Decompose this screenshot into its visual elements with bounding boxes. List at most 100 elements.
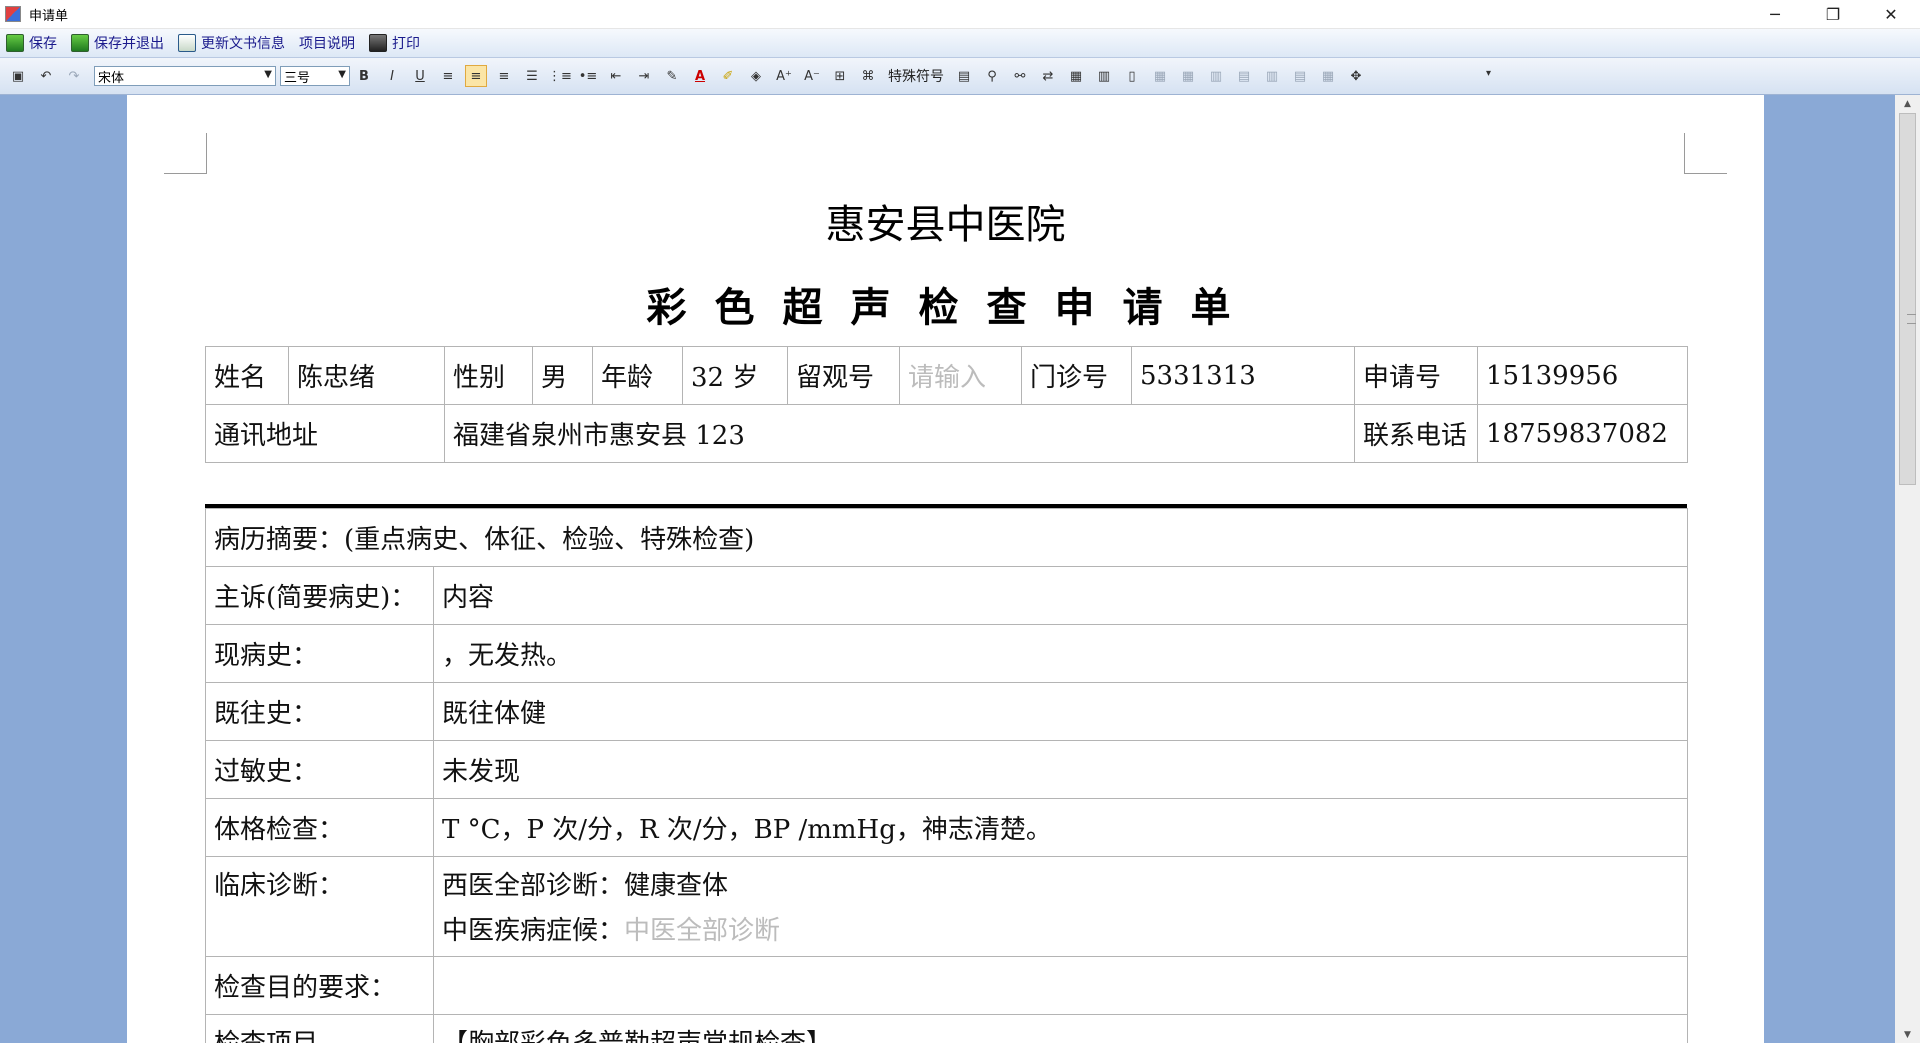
- grow-font-button[interactable]: A⁺: [773, 65, 795, 87]
- past-field[interactable]: 既往体健: [432, 682, 1689, 741]
- scroll-up-icon[interactable]: ▲: [1895, 95, 1920, 112]
- diagnosis-field[interactable]: 西医全部诊断：健康查体 中医疾病症候：中医全部诊断: [432, 856, 1689, 957]
- exam-field[interactable]: T °C，P 次/分，R 次/分，BP /mmHg，神志清楚。: [432, 798, 1689, 857]
- insert-image-button[interactable]: ▤: [953, 65, 975, 87]
- delete-row-icon: ▤: [1293, 68, 1307, 84]
- redo-button[interactable]: ↷: [63, 65, 85, 87]
- bold-icon: B: [359, 68, 369, 84]
- clinic-field[interactable]: 5331313: [1131, 346, 1355, 405]
- table-row: 通讯地址 福建省泉州市惠安县 123 联系电话 18759837082: [205, 404, 1688, 463]
- symbol-icon: ⌘: [861, 68, 875, 84]
- format-painter-button[interactable]: ✎: [661, 65, 683, 87]
- italic-button[interactable]: I: [381, 65, 403, 87]
- obs-field[interactable]: 请输入: [899, 346, 1022, 405]
- past-label: 既往史：: [205, 682, 434, 741]
- menu-toolbar: 保存 保存并退出 更新文书信息 项目说明 打印: [0, 29, 1920, 58]
- outdent-button[interactable]: ⇤: [605, 65, 627, 87]
- numbered-list-button[interactable]: ⋮≡: [548, 65, 572, 87]
- indent-button[interactable]: ⇥: [633, 65, 655, 87]
- fill-color-button[interactable]: ◈: [745, 65, 767, 87]
- italic-icon: I: [390, 68, 394, 84]
- allergy-field[interactable]: 未发现: [432, 740, 1689, 799]
- align-left-button[interactable]: ≡: [437, 65, 459, 87]
- outdent-icon: ⇤: [610, 68, 622, 84]
- save-tool-button[interactable]: ▣: [7, 65, 29, 87]
- symbol-button[interactable]: ⌘: [857, 65, 879, 87]
- phone-label: 联系电话: [1354, 404, 1478, 463]
- dropdown-arrow-icon: ▼: [264, 69, 272, 80]
- table-split-button[interactable]: ▦: [1177, 65, 1199, 87]
- replace-button[interactable]: ⇄: [1037, 65, 1059, 87]
- restore-button[interactable]: ❐: [1804, 0, 1862, 28]
- font-size-select[interactable]: 三号 ▼: [280, 66, 350, 86]
- tcm-diag-field[interactable]: 中医全部诊断: [624, 916, 780, 946]
- phone-field[interactable]: 18759837082: [1477, 404, 1688, 463]
- bullet-list-icon: •≡: [578, 68, 598, 84]
- medical-history-table: 病历摘要：(重点病史、体征、检验、特殊检查) 主诉(简要病史)： 内容 现病史：…: [204, 508, 1689, 1043]
- font-name-select[interactable]: 宋体 ▼: [94, 66, 276, 86]
- save-exit-menu-button[interactable]: 保存并退出: [71, 33, 164, 53]
- purpose-field[interactable]: [432, 956, 1689, 1015]
- sex-field[interactable]: 男: [532, 346, 593, 405]
- numbered-list-icon: ⋮≡: [548, 68, 572, 84]
- table-insert-button[interactable]: ▦: [1065, 65, 1087, 87]
- insert-row-button[interactable]: ▤: [1233, 65, 1255, 87]
- font-color-button[interactable]: A: [689, 65, 711, 87]
- find-button[interactable]: ⚲: [981, 65, 1003, 87]
- merge-cells-icon: ▦: [1153, 68, 1167, 84]
- sex-label: 性别: [444, 346, 533, 405]
- document-page[interactable]: 惠安县中医院 彩色超声检查申请单 姓名 陈忠绪 性别 男 年龄 32 岁 留观号…: [127, 95, 1764, 1043]
- underline-button[interactable]: U: [409, 65, 431, 87]
- age-field[interactable]: 32 岁: [682, 346, 788, 405]
- insert-field-button[interactable]: ⊞: [829, 65, 851, 87]
- align-center-button[interactable]: ≡: [465, 65, 487, 87]
- tcm-diag-label: 中医疾病症候：: [442, 916, 625, 946]
- scroll-down-icon[interactable]: ▼: [1895, 1026, 1920, 1043]
- find-replace-button[interactable]: ⚯: [1009, 65, 1031, 87]
- table-merge-button[interactable]: ▦: [1149, 65, 1171, 87]
- vertical-scrollbar[interactable]: ▲ ▼: [1895, 95, 1920, 1043]
- app-icon: [5, 6, 21, 22]
- paint-bucket-icon: ◈: [751, 68, 761, 84]
- page-corner-mark: [1684, 133, 1727, 174]
- table-props-button[interactable]: ▥: [1093, 65, 1115, 87]
- exam-item-field[interactable]: 【胸部彩色多普勒超声常规检查】: [432, 1014, 1689, 1043]
- save-menu-button[interactable]: 保存: [6, 33, 57, 53]
- window-controls: ─ ❐ ✕: [1746, 0, 1920, 28]
- print-menu-button[interactable]: 打印: [369, 33, 420, 53]
- insert-col-button[interactable]: ▥: [1205, 65, 1227, 87]
- insert-row-icon: ▤: [1237, 68, 1251, 84]
- western-diag-value[interactable]: 健康查体: [624, 871, 728, 901]
- toolbar-overflow-icon[interactable]: ▾: [1486, 68, 1491, 79]
- bold-button[interactable]: B: [353, 65, 375, 87]
- apply-field[interactable]: 15139956: [1477, 346, 1688, 405]
- summary-heading: 病历摘要：(重点病史、体征、检验、特殊检查): [204, 508, 1689, 567]
- delete-table-button[interactable]: ▦: [1317, 65, 1339, 87]
- patient-info-table: 姓名 陈忠绪 性别 男 年龄 32 岁 留观号 请输入 门诊号 5331313 …: [205, 346, 1688, 463]
- shrink-font-button[interactable]: A⁻: [801, 65, 823, 87]
- highlight-icon: ✐: [722, 68, 734, 84]
- scroll-thumb[interactable]: [1899, 113, 1916, 485]
- move-button[interactable]: ✥: [1345, 65, 1367, 87]
- justify-button[interactable]: ☰: [521, 65, 543, 87]
- address-field[interactable]: 福建省泉州市惠安县 123: [444, 404, 1355, 463]
- align-right-button[interactable]: ≡: [493, 65, 515, 87]
- delete-col-button[interactable]: ▥: [1261, 65, 1283, 87]
- allergy-label: 过敏史：: [205, 740, 434, 799]
- minimize-button[interactable]: ─: [1746, 0, 1804, 28]
- bullet-list-button[interactable]: •≡: [577, 65, 599, 87]
- undo-button[interactable]: ↶: [35, 65, 57, 87]
- present-field[interactable]: ，无发热。: [432, 624, 1689, 683]
- table-icon: ▦: [1069, 68, 1083, 84]
- special-chars-button[interactable]: 特殊符号: [888, 66, 944, 86]
- close-button[interactable]: ✕: [1862, 0, 1920, 28]
- chief-field[interactable]: 内容: [432, 566, 1689, 625]
- name-field[interactable]: 陈忠绪: [288, 346, 445, 405]
- update-doc-menu-button[interactable]: 更新文书信息: [178, 33, 285, 53]
- page-button[interactable]: ▯: [1121, 65, 1143, 87]
- age-label: 年龄: [592, 346, 683, 405]
- highlight-button[interactable]: ✐: [717, 65, 739, 87]
- delete-row-button[interactable]: ▤: [1289, 65, 1311, 87]
- tcm-diag-line: 中医疾病症候：中医全部诊断: [442, 910, 1687, 947]
- item-info-menu-button[interactable]: 项目说明: [299, 33, 355, 53]
